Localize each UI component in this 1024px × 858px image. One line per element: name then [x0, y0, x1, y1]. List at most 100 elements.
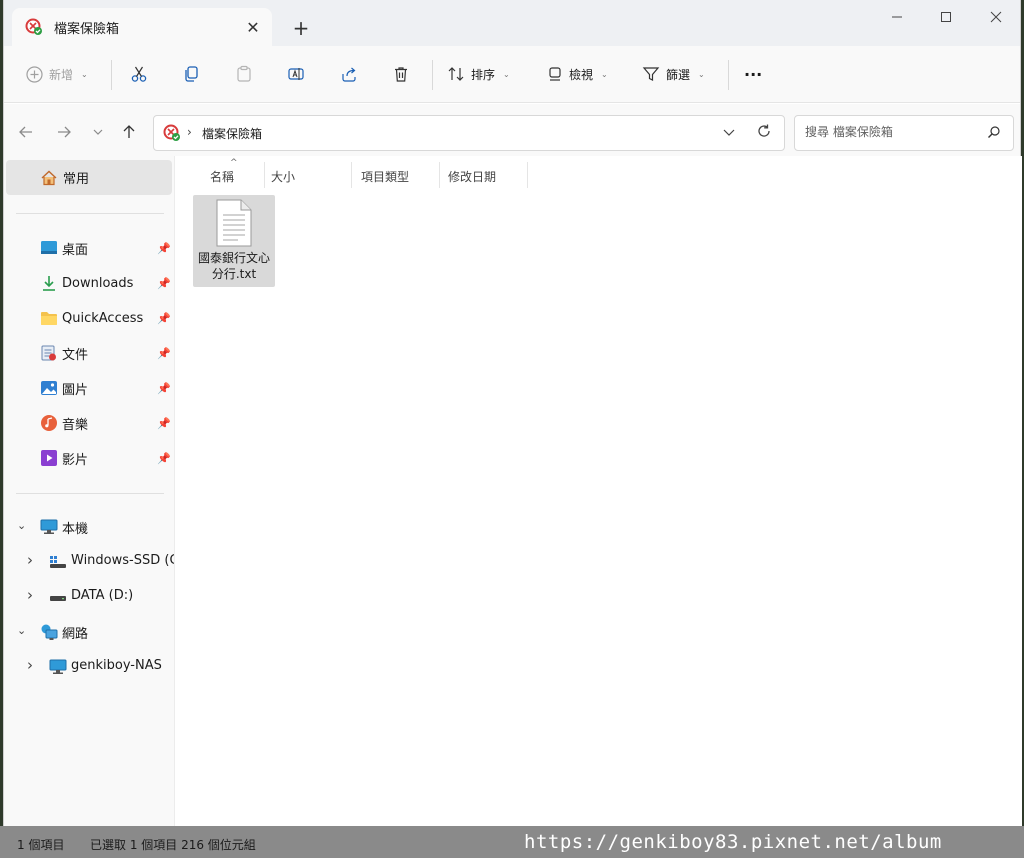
minimize-button[interactable]	[874, 6, 920, 28]
file-explorer-window: 檔案保險箱 ✕ + 新增 ⌄ 排序 ⌄ 檢視 ⌄ 篩選 ⌄ ··· › 檔案保險…	[3, 0, 1022, 858]
column-divider[interactable]	[351, 162, 352, 188]
chevron-right-icon[interactable]: ›	[27, 586, 33, 604]
column-divider[interactable]	[264, 162, 265, 188]
toolbar-divider	[728, 60, 729, 90]
recent-locations-button[interactable]	[86, 120, 110, 144]
home-icon	[39, 168, 59, 188]
file-list: ^ 名稱 大小 項目類型 修改日期 國泰銀行文心分行.txt	[175, 156, 1022, 826]
arrow-right-icon	[58, 126, 71, 138]
chevron-down-icon: ⌄	[503, 69, 510, 79]
sidebar-item-network[interactable]: ⌄ 網路	[4, 617, 174, 647]
navigation-pane: 常用 桌面 📌 Downloads 📌 QuickAccess 📌 文件 📌 圖…	[4, 156, 174, 826]
column-divider[interactable]	[439, 162, 440, 188]
sidebar-item-documents[interactable]: 文件 📌	[4, 338, 174, 368]
documents-icon	[39, 343, 59, 363]
sidebar-item-quickaccess[interactable]: QuickAccess 📌	[4, 303, 174, 333]
command-bar: 新增 ⌄ 排序 ⌄ 檢視 ⌄ 篩選 ⌄ ···	[4, 46, 1020, 103]
delete-button[interactable]	[392, 58, 410, 90]
filter-icon	[642, 67, 660, 81]
pin-icon[interactable]: 📌	[157, 312, 171, 325]
back-button[interactable]	[14, 120, 38, 144]
cut-button[interactable]	[130, 58, 148, 90]
rename-button[interactable]	[287, 58, 305, 90]
close-tab-icon[interactable]: ✕	[242, 16, 264, 38]
chevron-right-icon[interactable]: ›	[27, 551, 33, 569]
drive-icon	[48, 587, 68, 607]
pin-icon[interactable]: 📌	[157, 417, 171, 430]
new-button[interactable]: 新增 ⌄	[26, 58, 88, 90]
computer-icon	[39, 517, 59, 537]
sidebar-item-nas[interactable]: › genkiboy-NAS	[4, 652, 174, 682]
sidebar-divider	[16, 213, 164, 214]
chevron-right-icon[interactable]: ›	[27, 656, 33, 674]
filter-label: 篩選	[666, 67, 691, 82]
arrow-left-icon	[19, 126, 32, 138]
vault-icon	[163, 124, 181, 142]
watermark: https://genkiboy83.pixnet.net/album	[524, 831, 942, 853]
copy-button[interactable]	[182, 58, 200, 90]
refresh-button[interactable]	[756, 123, 772, 143]
more-options-button[interactable]: ···	[744, 58, 762, 90]
sidebar-item-downloads[interactable]: Downloads 📌	[4, 268, 174, 298]
column-header-name[interactable]: ^ 名稱	[210, 158, 238, 188]
network-icon	[39, 622, 59, 642]
maximize-button[interactable]	[923, 6, 969, 28]
chevron-down-icon[interactable]: ⌄	[17, 519, 26, 532]
new-label: 新增	[49, 67, 74, 82]
address-bar[interactable]: › 檔案保險箱	[153, 115, 785, 151]
trash-icon	[395, 67, 407, 82]
chevron-down-icon	[723, 129, 735, 136]
chevron-right-icon[interactable]: ›	[187, 125, 192, 139]
sidebar-item-label: 影片	[62, 452, 89, 468]
pin-icon[interactable]: 📌	[157, 347, 171, 360]
forward-button[interactable]	[52, 120, 76, 144]
pin-icon[interactable]: 📌	[157, 452, 171, 465]
view-button[interactable]: 檢視 ⌄	[547, 58, 608, 90]
sidebar-item-windows-ssd[interactable]: › Windows-SSD (C:)	[4, 547, 174, 577]
search-input[interactable]	[805, 125, 975, 139]
paste-button[interactable]	[235, 58, 253, 90]
breadcrumb[interactable]: 檔案保險箱	[202, 125, 262, 142]
up-button[interactable]	[117, 120, 141, 144]
close-window-button[interactable]	[973, 6, 1019, 28]
column-header-modified[interactable]: 修改日期	[448, 164, 496, 188]
sidebar-item-this-pc[interactable]: ⌄ 本機	[4, 512, 174, 542]
filter-button[interactable]: 篩選 ⌄	[642, 58, 705, 90]
search-icon	[987, 125, 1001, 143]
more-icon: ···	[744, 64, 763, 84]
chevron-down-icon[interactable]: ⌄	[17, 624, 26, 637]
pin-icon[interactable]: 📌	[157, 277, 171, 290]
sidebar-item-videos[interactable]: 影片 📌	[4, 443, 174, 473]
new-tab-button[interactable]: +	[287, 14, 315, 42]
chevron-down-icon: ⌄	[601, 69, 608, 79]
sidebar-item-data-drive[interactable]: › DATA (D:)	[4, 582, 174, 612]
tab-vault[interactable]: 檔案保險箱 ✕	[12, 8, 272, 46]
rename-icon	[288, 68, 304, 80]
sidebar-item-label: QuickAccess	[62, 310, 144, 326]
vault-icon	[24, 17, 44, 37]
pin-icon[interactable]: 📌	[157, 242, 171, 255]
search-box[interactable]	[794, 115, 1014, 151]
scissors-icon	[131, 66, 147, 82]
sort-icon	[448, 67, 464, 81]
file-item[interactable]: 國泰銀行文心分行.txt	[193, 195, 275, 287]
sort-button[interactable]: 排序 ⌄	[447, 58, 510, 90]
share-button[interactable]	[340, 58, 358, 90]
chevron-down-icon: ⌄	[698, 69, 705, 79]
pin-icon[interactable]: 📌	[157, 382, 171, 395]
music-icon	[39, 413, 59, 433]
sidebar-item-label: DATA (D:)	[71, 588, 134, 603]
address-history-button[interactable]	[722, 125, 736, 142]
sidebar-item-music[interactable]: 音樂 📌	[4, 408, 174, 438]
desktop-icon	[39, 238, 59, 258]
sidebar-item-home[interactable]: 常用	[6, 160, 172, 195]
column-header-type[interactable]: 項目類型	[361, 164, 409, 188]
column-header-size[interactable]: 大小	[271, 164, 295, 188]
sidebar-item-label: 常用	[63, 172, 90, 187]
item-count: 1 個項目	[17, 838, 65, 852]
sidebar-item-desktop[interactable]: 桌面 📌	[4, 233, 174, 263]
tab-title: 檔案保險箱	[54, 21, 120, 37]
column-divider[interactable]	[527, 162, 528, 188]
sidebar-item-pictures[interactable]: 圖片 📌	[4, 373, 174, 403]
sidebar-item-label: Downloads	[62, 275, 134, 291]
